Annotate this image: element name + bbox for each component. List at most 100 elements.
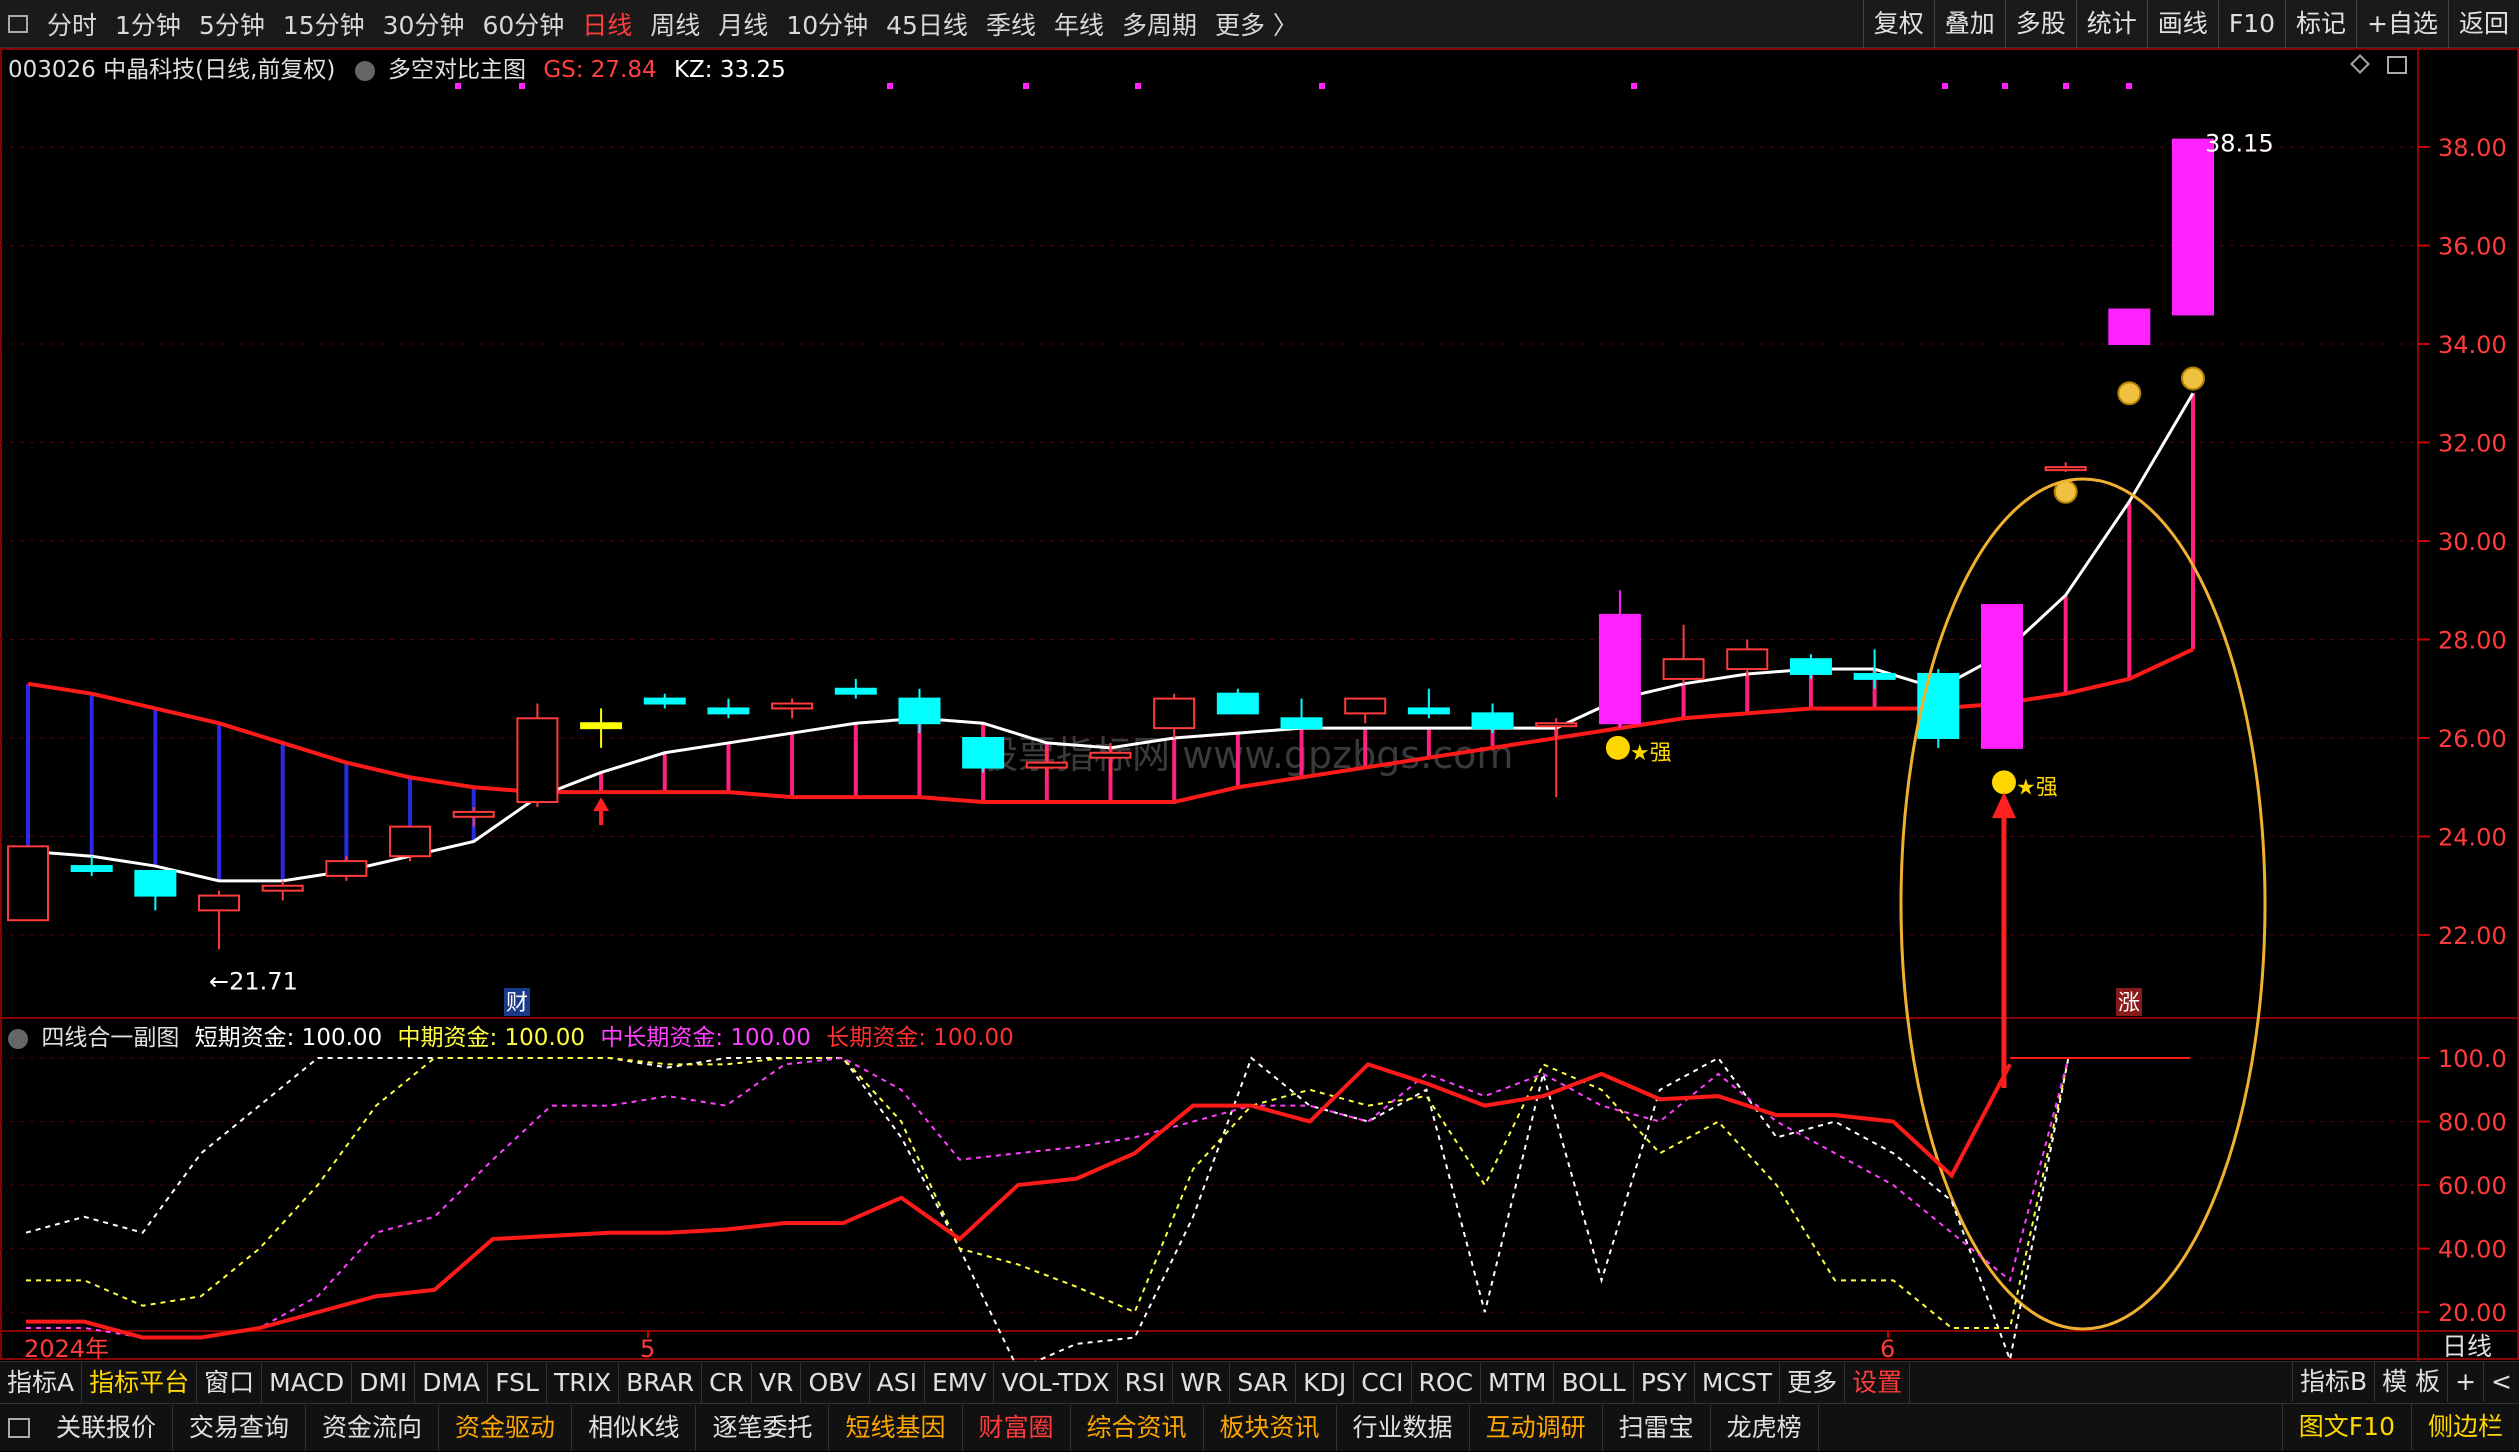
- indicator-tab[interactable]: 更多: [1780, 1362, 1846, 1403]
- period-tab[interactable]: 60分钟: [473, 6, 573, 42]
- indicator-tab[interactable]: VR: [752, 1362, 802, 1403]
- period-tab[interactable]: 周线: [641, 6, 709, 42]
- candle-body: [2108, 308, 2151, 345]
- candle-body: [643, 697, 686, 705]
- bottom-tab[interactable]: 交易查询: [173, 1404, 307, 1451]
- indicator-tab[interactable]: MTM: [1481, 1362, 1555, 1403]
- period-tab[interactable]: 5分钟: [190, 6, 274, 42]
- collapse-icon[interactable]: [8, 1028, 28, 1049]
- candle-body: [580, 722, 623, 730]
- bottom-tab[interactable]: 财富圈: [963, 1404, 1071, 1451]
- period-tab[interactable]: 1分钟: [106, 6, 190, 42]
- sub-tick-label: 60.00: [2438, 1172, 2507, 1200]
- indicator-tab[interactable]: BRAR: [619, 1362, 703, 1403]
- sub-indicator-name[interactable]: 四线合一副图: [41, 1025, 179, 1051]
- candle-body: [1535, 722, 1578, 728]
- top-tool-button[interactable]: 画线: [2146, 0, 2218, 48]
- bottom-tab[interactable]: 综合资讯: [1071, 1404, 1204, 1451]
- indicator-right-button[interactable]: <: [2483, 1362, 2519, 1402]
- period-tab[interactable]: 日线: [573, 6, 641, 42]
- bottom-tab[interactable]: 资金驱动: [439, 1404, 573, 1451]
- stock-title: 003026 中晶科技(日线,前复权): [8, 57, 336, 83]
- indicator-right-button[interactable]: 指标B: [2291, 1362, 2374, 1402]
- indicator-tab[interactable]: CR: [702, 1362, 752, 1403]
- indicator-tab[interactable]: FSL: [488, 1362, 547, 1403]
- indicator-tab[interactable]: 指标A: [0, 1362, 83, 1403]
- collapse-icon[interactable]: [354, 60, 375, 81]
- period-tab[interactable]: 45日线: [877, 6, 977, 42]
- window-icon[interactable]: [8, 14, 28, 33]
- indicator-tab[interactable]: BOLL: [1554, 1362, 1634, 1403]
- indicator-tab[interactable]: DMA: [415, 1362, 489, 1403]
- cai-label: 财: [506, 991, 528, 1016]
- bottom-tab[interactable]: 逐笔委托: [696, 1404, 830, 1451]
- top-tool-button[interactable]: 叠加: [1933, 0, 2005, 48]
- indicator-tab[interactable]: RSI: [1118, 1362, 1174, 1403]
- top-tool-button[interactable]: F10: [2217, 0, 2285, 48]
- top-tool-button[interactable]: 标记: [2285, 0, 2356, 48]
- signal-dot: [2063, 83, 2069, 89]
- chart-area[interactable]: 38.00 36.00 34.00 32.00 30.00 28.00 26.00 24.00…: [0, 48, 2519, 1371]
- date-label: 2024年: [24, 1335, 109, 1361]
- period-tab[interactable]: 月线: [709, 6, 777, 42]
- top-tool-button[interactable]: 多股: [2004, 0, 2076, 48]
- period-tab[interactable]: 多周期: [1113, 6, 1206, 42]
- indicator-tab[interactable]: OBV: [801, 1362, 870, 1403]
- bottom-right-button[interactable]: 侧边栏: [2410, 1404, 2519, 1450]
- candle-body: [2172, 138, 2214, 316]
- indicator-tab[interactable]: ROC: [1412, 1362, 1482, 1403]
- indicator-tab[interactable]: MACD: [262, 1362, 353, 1403]
- chart-canvas[interactable]: 38.00 36.00 34.00 32.00 30.00 28.00 26.00 24.00…: [0, 48, 2519, 1371]
- period-tab[interactable]: 季线: [977, 6, 1045, 42]
- candle-body: [962, 737, 1005, 769]
- bottom-tab[interactable]: 行业数据: [1337, 1404, 1470, 1451]
- menu-icon[interactable]: [8, 1417, 30, 1438]
- highlight-ellipse: [1899, 477, 2267, 1331]
- period-tab[interactable]: 更多 〉: [1206, 6, 1307, 42]
- indicator-right-button[interactable]: 模 板: [2374, 1362, 2447, 1402]
- indicator-tab[interactable]: TRIX: [547, 1362, 620, 1403]
- indicator-tab[interactable]: CCI: [1354, 1362, 1412, 1403]
- main-tick-label: 28.00: [2438, 627, 2507, 655]
- candle-body: [1153, 697, 1196, 730]
- indicator-tab[interactable]: 窗口: [197, 1362, 263, 1403]
- indicator-tab[interactable]: SAR: [1230, 1362, 1297, 1403]
- bottom-tab[interactable]: 龙虎榜: [1711, 1404, 1819, 1451]
- top-tool-button[interactable]: +自选: [2356, 0, 2448, 48]
- indicator-tab[interactable]: 设置: [1845, 1362, 1911, 1403]
- indicator-tab[interactable]: KDJ: [1296, 1362, 1355, 1403]
- bottom-tabs: 关联报价 交易查询 资金流向 资金驱动 相似K线 逐笔委托 短线基因 财富圈 综合资讯 板块资讯行…: [40, 1404, 1819, 1451]
- period-tab[interactable]: 年线: [1045, 6, 1113, 42]
- candle-body: [389, 825, 432, 858]
- main-indicator-name[interactable]: 多空对比主图: [388, 57, 526, 83]
- top-tool-button[interactable]: 复权: [1862, 0, 1934, 48]
- indicator-tab[interactable]: ASI: [870, 1362, 925, 1403]
- top-tool-button[interactable]: 返回: [2447, 0, 2519, 48]
- indicator-tabs: 指标A 指标平台 窗口 MACD DMI DMA FSL TRIX BRAR CR VR OBV ASI…: [0, 1362, 1911, 1403]
- indicator-tab[interactable]: MCST: [1695, 1362, 1781, 1403]
- bottom-tab[interactable]: 扫雷宝: [1603, 1404, 1711, 1451]
- candle-body: [70, 865, 113, 872]
- indicator-tab[interactable]: 指标平台: [82, 1362, 198, 1403]
- period-tab[interactable]: 10分钟: [777, 6, 877, 42]
- period-tab[interactable]: 分时: [38, 6, 106, 42]
- period-tab[interactable]: 30分钟: [374, 6, 474, 42]
- bottom-tab[interactable]: 互动调研: [1470, 1404, 1603, 1451]
- indicator-tab[interactable]: WR: [1173, 1362, 1231, 1403]
- main-chart-header: 003026 中晶科技(日线,前复权) 多空对比主图 GS: 27.84 KZ:…: [8, 50, 786, 84]
- indicator-tab[interactable]: EMV: [925, 1362, 995, 1403]
- top-tool-button[interactable]: 统计: [2075, 0, 2147, 48]
- bottom-tab[interactable]: 资金流向: [306, 1404, 440, 1451]
- bottom-tab[interactable]: 板块资讯: [1204, 1404, 1337, 1451]
- period-tab[interactable]: 15分钟: [274, 6, 374, 42]
- bottom-tab[interactable]: 相似K线: [572, 1404, 697, 1451]
- indicator-tab[interactable]: VOL-TDX: [994, 1362, 1118, 1403]
- indicator-right-button[interactable]: +: [2447, 1362, 2483, 1402]
- indicator-tab[interactable]: DMI: [352, 1362, 416, 1403]
- bottom-tab[interactable]: 关联报价: [40, 1404, 174, 1451]
- indicator-tab[interactable]: PSY: [1634, 1362, 1695, 1403]
- short-fund-value: 短期资金: 100.00: [194, 1025, 383, 1051]
- bottom-tab[interactable]: 短线基因: [829, 1404, 963, 1451]
- bottom-right-button[interactable]: 图文F10: [2281, 1404, 2411, 1450]
- candle-body: [452, 810, 495, 818]
